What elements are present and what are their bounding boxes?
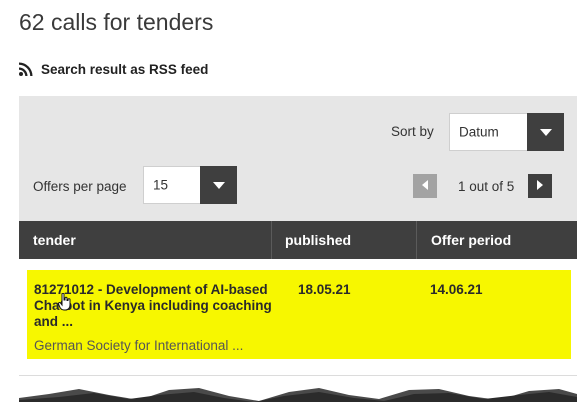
- sort-by-select[interactable]: Datum: [449, 113, 564, 151]
- tender-organization: German Society for International ...: [34, 338, 244, 353]
- rss-link-label[interactable]: Search result as RSS feed: [41, 62, 208, 77]
- chevron-right-icon: [537, 177, 543, 195]
- next-page-button[interactable]: [528, 174, 552, 198]
- column-header-tender[interactable]: tender: [33, 221, 76, 259]
- torn-edge-decoration: [19, 386, 577, 402]
- page-indicator: 1 out of 5: [458, 179, 515, 194]
- offers-per-page-value: 15: [153, 177, 169, 193]
- tender-published-date: 18.05.21: [298, 282, 351, 297]
- hand-cursor-icon: [57, 292, 72, 311]
- offers-per-page-label: Offers per page: [33, 179, 127, 194]
- offers-per-page-select[interactable]: 15: [143, 166, 237, 204]
- chevron-left-icon: [422, 177, 428, 195]
- page-title: 62 calls for tenders: [19, 9, 214, 35]
- column-divider: [416, 221, 417, 259]
- column-header-offer-period[interactable]: Offer period: [431, 221, 511, 259]
- previous-page-button[interactable]: [413, 174, 437, 198]
- tender-offer-period: 14.06.21: [430, 282, 483, 297]
- table-row[interactable]: 81271012 - Development of AI-based Chatb…: [27, 270, 571, 359]
- column-header-published[interactable]: published: [285, 221, 351, 259]
- row-divider: [19, 375, 577, 376]
- chevron-down-icon[interactable]: [200, 166, 237, 204]
- column-divider: [271, 221, 272, 259]
- sort-by-label: Sort by: [391, 124, 434, 139]
- chevron-down-icon[interactable]: [527, 113, 564, 151]
- table-header: tender published Offer period: [19, 221, 577, 259]
- rss-feed-link[interactable]: Search result as RSS feed: [19, 61, 208, 77]
- rss-icon: [19, 62, 33, 76]
- sort-by-value: Datum: [459, 124, 499, 140]
